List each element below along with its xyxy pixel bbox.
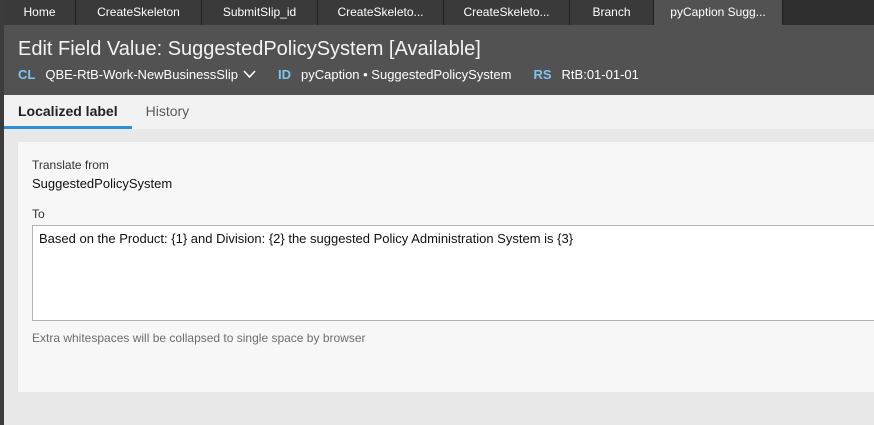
id-key: ID [277, 66, 291, 82]
tab-pycaption-suggested[interactable]: pyCaption Sugg... [654, 0, 783, 25]
rule-metadata: CL QBE-RtB-Work-NewBusinessSlip ID pyCap… [18, 65, 661, 83]
ruleset-value[interactable]: RtB:01-01-01 [562, 67, 639, 82]
localization-panel: Translate from SuggestedPolicySystem To … [18, 142, 874, 392]
tab-submit-slip-id[interactable]: SubmitSlip_id [202, 0, 318, 25]
rule-header: Edit Field Value: SuggestedPolicySystem … [4, 25, 874, 95]
ruleset-group: RS RtB:01-01-01 [533, 67, 638, 82]
edit-field-value-window: Home CreateSkeleton SubmitSlip_id Create… [0, 0, 874, 425]
tab-create-skeleton-2[interactable]: CreateSkeleto... [318, 0, 444, 25]
page-title: Edit Field Value: SuggestedPolicySystem … [18, 38, 481, 60]
tab-create-skeleton[interactable]: CreateSkeleton [76, 0, 202, 25]
tab-create-skeleton-3[interactable]: CreateSkeleto... [444, 0, 570, 25]
tab-strip-filler [783, 0, 874, 25]
tab-home[interactable]: Home [4, 0, 76, 25]
tab-localized-label[interactable]: Localized label [4, 95, 132, 129]
class-value[interactable]: QBE-RtB-Work-NewBusinessSlip [45, 67, 238, 82]
to-textarea[interactable]: Based on the Product: {1} and Division: … [32, 225, 874, 321]
content-area: Translate from SuggestedPolicySystem To … [4, 129, 874, 425]
whitespace-hint: Extra whitespaces will be collapsed to s… [32, 331, 366, 345]
translate-from-label: Translate from [32, 158, 109, 172]
to-label: To [32, 207, 45, 221]
id-value: pyCaption • SuggestedPolicySystem [300, 66, 512, 82]
sub-tab-bar: Localized label History [4, 95, 874, 129]
class-group: CL QBE-RtB-Work-NewBusinessSlip [18, 67, 256, 82]
ruleset-key: RS [533, 66, 552, 82]
class-key: CL [18, 66, 36, 82]
tab-history[interactable]: History [132, 95, 204, 129]
tab-branch[interactable]: Branch [570, 0, 654, 25]
chevron-down-icon[interactable] [243, 69, 256, 79]
id-group: ID pyCaption • SuggestedPolicySystem [278, 67, 512, 82]
translate-from-value: SuggestedPolicySystem [32, 176, 173, 191]
document-tab-strip: Home CreateSkeleton SubmitSlip_id Create… [4, 0, 874, 25]
